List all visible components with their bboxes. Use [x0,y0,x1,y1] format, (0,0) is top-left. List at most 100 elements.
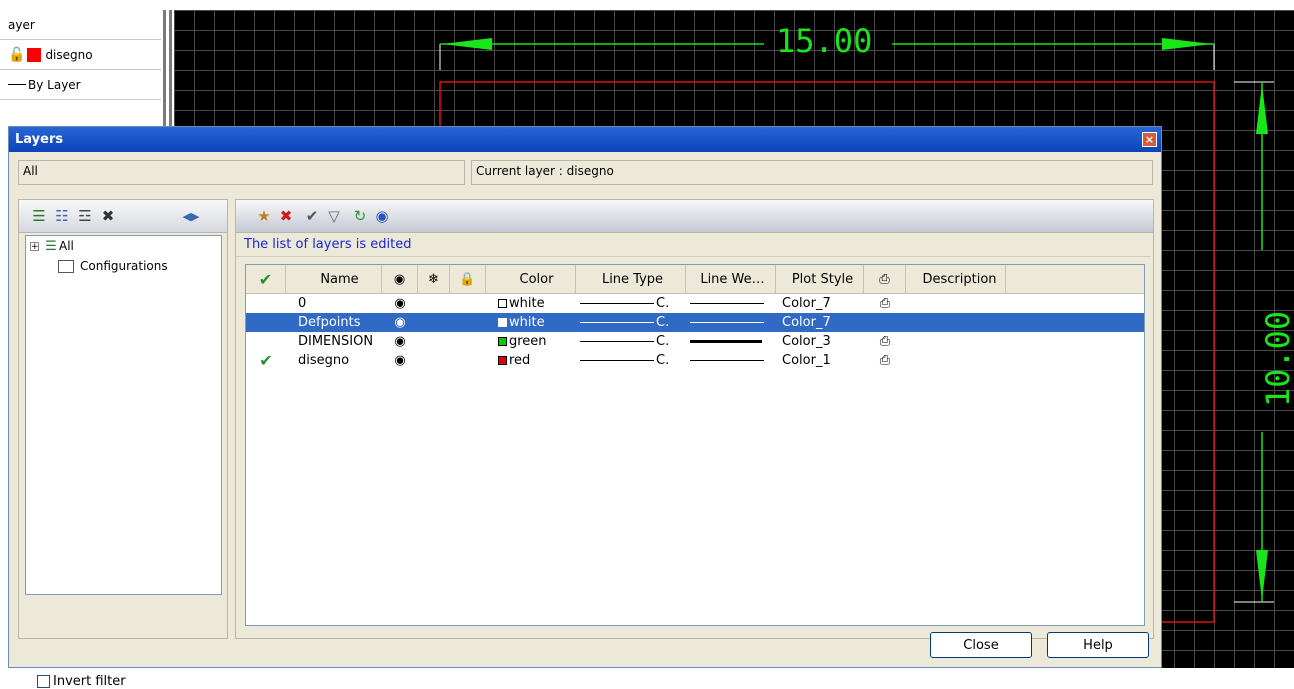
visibility-eye-icon[interactable]: ◉ [382,294,418,313]
linetype-name: C. [656,353,670,368]
color-name: green [509,334,547,349]
current-column-header[interactable]: ✔ [246,265,286,293]
layers-list-pane: ★ ✖ ✔ ▽ ↻ ◉ The list of layers is edited… [235,199,1154,639]
layer-name[interactable]: 0 [286,294,382,313]
printer-icon[interactable]: ⎙ [864,332,906,351]
freeze-cell[interactable] [418,332,450,351]
layer-color[interactable]: red [486,351,576,370]
collapse-pane-icon[interactable]: ◀▶ [181,206,201,226]
color-column-header[interactable]: Color [486,265,576,293]
printer-icon[interactable]: ⎙ [864,294,906,313]
dim-arrow-top [1256,84,1268,134]
layer-lineweight[interactable] [686,294,776,313]
freeze-cell[interactable] [418,294,450,313]
tree-node-all[interactable]: + ☰ All [26,236,221,256]
table-row[interactable]: ✔ disegno ◉ red C. Color_1 ⎙ [246,351,1144,370]
current-layer-check[interactable]: ✔ [246,351,286,370]
linetype-preview [580,360,654,361]
current-layer-dropdown[interactable]: 🔓 disegno [0,40,161,70]
freeze-column-header[interactable]: ❄ [418,265,450,293]
invert-filter-checkbox-row[interactable]: Invert filter [37,674,126,689]
layer-lineweight[interactable] [686,313,776,332]
visibility-column-header[interactable]: ◉ [382,265,418,293]
linetype-dropdown[interactable]: By Layer [0,70,161,100]
layer-plotstyle[interactable]: Color_3 [776,332,864,351]
plot-column-header[interactable]: ⎙ [864,265,906,293]
expand-icon[interactable]: + [30,241,39,251]
current-layer-check[interactable] [246,332,286,351]
lock-cell[interactable] [450,294,486,313]
layer-lineweight[interactable] [686,351,776,370]
delete-filter-icon[interactable]: ✖ [98,206,118,226]
layer-linetype[interactable]: C. [576,294,686,313]
layer-plotstyle[interactable]: Color_7 [776,294,864,313]
linetype-name: C. [656,334,670,349]
visibility-eye-icon[interactable]: ◉ [382,313,418,332]
plotstyle-column-header[interactable]: Plot Style [776,265,864,293]
layers-grid[interactable]: ✔ Name ◉ ❄ 🔒 Color Line Type Line We… Pl… [245,264,1145,626]
freeze-cell[interactable] [418,351,450,370]
table-row[interactable]: DIMENSION ◉ green C. Color_3 ⎙ [246,332,1144,351]
current-layer-check[interactable] [246,313,286,332]
purge-icon[interactable]: ▽ [324,206,344,226]
printer-icon: ⎙ [879,271,890,287]
properties-panel: ayer 🔓 disegno By Layer [0,10,161,130]
filter-properties-icon[interactable]: ☲ [75,206,95,226]
visibility-eye-icon[interactable]: ◉ [382,351,418,370]
new-filter-icon[interactable]: ☰ [29,206,49,226]
linetype-value: By Layer [28,77,81,92]
grid-header: ✔ Name ◉ ❄ 🔒 Color Line Type Line We… Pl… [246,265,1144,294]
new-group-filter-icon[interactable]: ☷ [52,206,72,226]
lock-cell[interactable] [450,351,486,370]
lineweight-preview [690,322,764,323]
invert-filter-checkbox[interactable] [37,675,50,688]
lock-cell[interactable] [450,313,486,332]
layer-name[interactable]: disegno [286,351,382,370]
close-button[interactable]: Close [930,632,1032,658]
layer-color-swatch [27,47,42,62]
plot-cell[interactable] [864,313,906,332]
visibility-eye-icon[interactable]: ◉ [382,332,418,351]
lock-cell[interactable] [450,332,486,351]
description-column-header[interactable]: Description [906,265,1006,293]
layer-description[interactable] [906,351,1006,370]
panel-splitter[interactable] [161,10,174,130]
close-icon[interactable]: × [1142,132,1157,147]
layer-name[interactable]: DIMENSION [286,332,382,351]
table-row[interactable]: 0 ◉ white C. Color_7 ⎙ [246,294,1144,313]
eye-icon: ◉ [393,271,406,287]
layer-lineweight[interactable] [686,332,776,351]
dialog-titlebar[interactable]: Layers × [9,127,1161,152]
layer-description[interactable] [906,313,1006,332]
lock-column-header[interactable]: 🔒 [450,265,486,293]
lineweight-column-header[interactable]: Line We… [686,265,776,293]
set-current-icon[interactable]: ✔ [302,206,322,226]
color-swatch [498,299,507,308]
layer-plotstyle[interactable]: Color_1 [776,351,864,370]
printer-icon[interactable]: ⎙ [864,351,906,370]
refresh-icon[interactable]: ↻ [350,206,370,226]
filter-tree: + ☰ All Configurations [25,235,222,595]
layer-description[interactable] [906,294,1006,313]
layer-linetype[interactable]: C. [576,313,686,332]
delete-layer-icon[interactable]: ✖ [276,206,296,226]
layer-linetype[interactable]: C. [576,332,686,351]
current-layer-check[interactable] [246,294,286,313]
freeze-cell[interactable] [418,313,450,332]
layer-name[interactable]: Defpoints [286,313,382,332]
layer-plotstyle[interactable]: Color_7 [776,313,864,332]
layer-linetype[interactable]: C. [576,351,686,370]
tree-node-configurations[interactable]: Configurations [26,256,221,276]
view-icon[interactable]: ◉ [372,206,392,226]
name-column-header[interactable]: Name [286,265,382,293]
layer-color[interactable]: white [486,294,576,313]
layer-color[interactable]: green [486,332,576,351]
dim-arrow-right [1162,38,1212,50]
linetype-column-header[interactable]: Line Type [576,265,686,293]
layer-color[interactable]: white [486,313,576,332]
dimension-text-horizontal: 15.00 [776,22,873,60]
new-layer-icon[interactable]: ★ [254,206,274,226]
layer-description[interactable] [906,332,1006,351]
help-button[interactable]: Help [1047,632,1149,658]
table-row[interactable]: Defpoints ◉ white C. Color_7 [246,313,1144,332]
